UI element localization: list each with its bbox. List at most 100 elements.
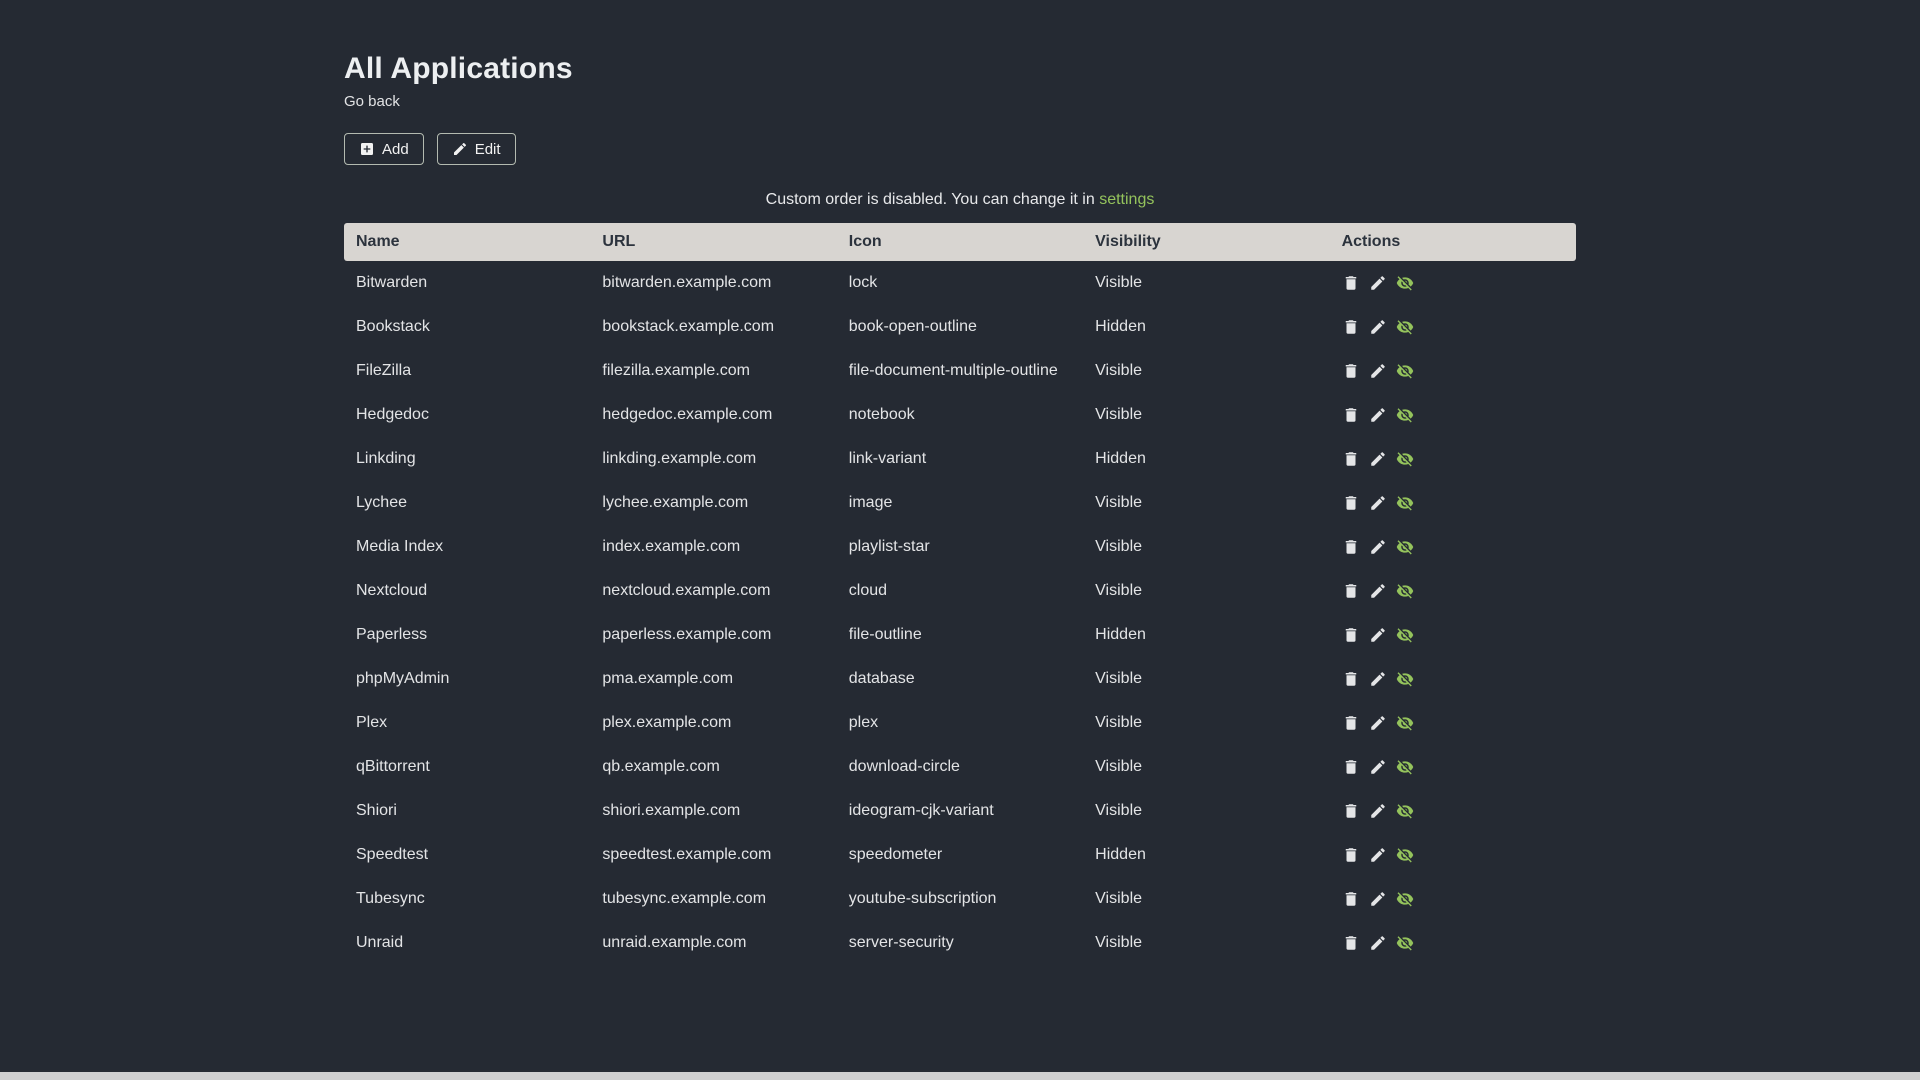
app-visibility-cell: Visible [1095, 362, 1143, 379]
eye-off-icon[interactable] [1396, 802, 1414, 820]
applications-table: Name URL Icon Visibility Actions Bitward… [344, 223, 1576, 965]
column-header-actions: Actions [1329, 223, 1576, 261]
add-button[interactable]: Add [344, 133, 424, 165]
app-actions-cell [1330, 305, 1576, 349]
table-row: Tubesync tubesync.example.com youtube-su… [344, 877, 1576, 921]
eye-off-icon[interactable] [1396, 494, 1414, 512]
main-content: All Applications Go back Add Edit Custom… [344, 0, 1576, 965]
app-icon-name-cell: book-open-outline [848, 318, 977, 335]
table-row: Linkding linkding.example.com link-varia… [344, 437, 1576, 481]
eye-off-icon[interactable] [1396, 890, 1414, 908]
delete-icon[interactable] [1342, 802, 1360, 820]
app-url-cell: paperless.example.com [602, 626, 772, 643]
pencil-icon[interactable] [1369, 362, 1387, 380]
eye-off-icon[interactable] [1396, 538, 1414, 556]
app-visibility-cell: Visible [1095, 582, 1143, 599]
go-back-link[interactable]: Go back [344, 93, 400, 110]
delete-icon[interactable] [1342, 582, 1360, 600]
pencil-icon[interactable] [1369, 802, 1387, 820]
app-actions-cell [1330, 481, 1576, 525]
pencil-icon[interactable] [1369, 846, 1387, 864]
pencil-icon[interactable] [1369, 934, 1387, 952]
pencil-icon[interactable] [1369, 758, 1387, 776]
eye-off-icon[interactable] [1396, 758, 1414, 776]
eye-off-icon[interactable] [1396, 714, 1414, 732]
app-name-cell: Tubesync [356, 890, 425, 907]
page-title: All Applications [344, 52, 573, 85]
pencil-icon[interactable] [1369, 626, 1387, 644]
delete-icon[interactable] [1342, 450, 1360, 468]
eye-off-icon[interactable] [1396, 846, 1414, 864]
eye-off-icon[interactable] [1396, 934, 1414, 952]
app-actions-cell [1330, 613, 1576, 657]
delete-icon[interactable] [1342, 670, 1360, 688]
eye-off-icon[interactable] [1396, 670, 1414, 688]
app-name-cell: Bookstack [356, 318, 430, 335]
delete-icon[interactable] [1342, 890, 1360, 908]
app-actions-cell [1330, 437, 1576, 481]
eye-off-icon[interactable] [1396, 362, 1414, 380]
pencil-icon[interactable] [1369, 450, 1387, 468]
eye-off-icon[interactable] [1396, 274, 1414, 292]
delete-icon[interactable] [1342, 846, 1360, 864]
app-visibility-cell: Visible [1095, 758, 1143, 775]
app-actions-cell [1330, 921, 1576, 965]
pencil-icon[interactable] [1369, 406, 1387, 424]
eye-off-icon[interactable] [1396, 450, 1414, 468]
pencil-icon[interactable] [1369, 318, 1387, 336]
delete-icon[interactable] [1342, 626, 1360, 644]
app-visibility-cell: Hidden [1095, 318, 1146, 335]
app-url-cell: index.example.com [602, 538, 741, 555]
app-actions-cell [1330, 877, 1576, 921]
app-name-cell: Unraid [356, 934, 404, 951]
pencil-icon[interactable] [1369, 274, 1387, 292]
app-name-cell: Linkding [356, 450, 416, 467]
app-icon-name-cell: image [848, 494, 893, 511]
app-icon-name-cell: file-outline [848, 626, 922, 643]
delete-icon[interactable] [1342, 934, 1360, 952]
add-button-label: Add [382, 140, 409, 158]
custom-order-notice: Custom order is disabled. You can change… [344, 191, 1576, 209]
app-actions-cell [1330, 261, 1576, 305]
app-name-cell: FileZilla [356, 362, 412, 379]
app-name-cell: qBittorrent [356, 758, 430, 775]
pencil-icon[interactable] [1369, 582, 1387, 600]
pencil-icon[interactable] [1369, 714, 1387, 732]
delete-icon[interactable] [1342, 538, 1360, 556]
app-visibility-cell: Hidden [1095, 450, 1146, 467]
eye-off-icon[interactable] [1396, 582, 1414, 600]
app-icon-name-cell: youtube-subscription [848, 890, 997, 907]
app-visibility-cell: Visible [1095, 890, 1143, 907]
app-visibility-cell: Visible [1095, 802, 1143, 819]
table-row: Unraid unraid.example.com server-securit… [344, 921, 1576, 965]
table-row: Shiori shiori.example.com ideogram-cjk-v… [344, 789, 1576, 833]
app-icon-name-cell: plex [848, 714, 879, 731]
delete-icon[interactable] [1342, 494, 1360, 512]
delete-icon[interactable] [1342, 362, 1360, 380]
eye-off-icon[interactable] [1396, 406, 1414, 424]
app-visibility-cell: Visible [1095, 494, 1143, 511]
delete-icon[interactable] [1342, 406, 1360, 424]
app-url-cell: bitwarden.example.com [602, 274, 772, 291]
app-icon-name-cell: notebook [848, 406, 915, 423]
app-name-cell: Shiori [356, 802, 397, 819]
app-icon-name-cell: ideogram-cjk-variant [848, 802, 994, 819]
pencil-icon[interactable] [1369, 670, 1387, 688]
plus-box-icon [359, 141, 375, 157]
delete-icon[interactable] [1342, 714, 1360, 732]
app-icon-name-cell: playlist-star [848, 538, 930, 555]
edit-button[interactable]: Edit [436, 133, 516, 165]
table-row: Speedtest speedtest.example.com speedome… [344, 833, 1576, 877]
pencil-icon[interactable] [1369, 890, 1387, 908]
delete-icon[interactable] [1342, 274, 1360, 292]
pencil-icon[interactable] [1369, 494, 1387, 512]
eye-off-icon[interactable] [1396, 318, 1414, 336]
settings-link[interactable]: settings [1099, 191, 1154, 208]
delete-icon[interactable] [1342, 318, 1360, 336]
delete-icon[interactable] [1342, 758, 1360, 776]
app-visibility-cell: Visible [1095, 274, 1143, 291]
eye-off-icon[interactable] [1396, 626, 1414, 644]
app-icon-name-cell: cloud [848, 582, 888, 599]
pencil-icon[interactable] [1369, 538, 1387, 556]
app-url-cell: unraid.example.com [602, 934, 747, 951]
